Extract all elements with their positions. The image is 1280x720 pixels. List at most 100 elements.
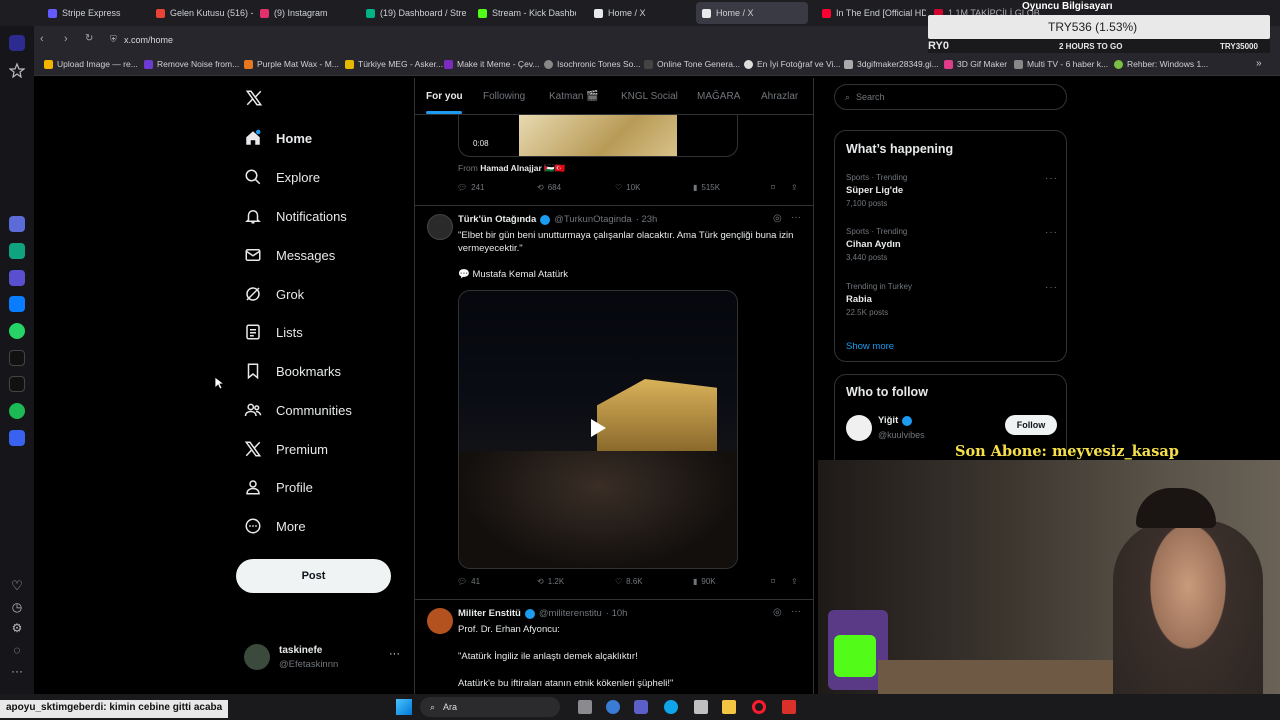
tweet-media[interactable]: 0:08: [458, 115, 738, 157]
tiktok-icon[interactable]: [9, 350, 25, 366]
bookmark-item[interactable]: Isochronic Tones So...: [544, 59, 640, 69]
nav-notifications[interactable]: Notifications: [244, 203, 347, 229]
avatar[interactable]: [427, 608, 453, 634]
lock-icon[interactable]: ⛨: [110, 34, 117, 45]
history-icon[interactable]: ◷: [9, 600, 25, 616]
grok-icon[interactable]: ◎: [773, 213, 782, 224]
tab-ahrazlar[interactable]: Ahrazlar: [761, 91, 798, 102]
app-icon[interactable]: [782, 700, 796, 714]
chevron-right-icon[interactable]: »: [1256, 58, 1262, 69]
star-icon[interactable]: [8, 62, 26, 79]
more-horizontal-icon[interactable]: ···: [389, 648, 400, 660]
views-button[interactable]: ▮ 90K: [693, 577, 716, 586]
tab-following[interactable]: Following: [483, 91, 525, 102]
more-horizontal-icon[interactable]: ···: [1045, 282, 1058, 293]
browser-tab[interactable]: Stream - Kick Dashboar: [472, 2, 576, 24]
trend-item[interactable]: Trending in Turkey Rabia 22.5K posts ···: [846, 282, 1058, 317]
nav-messages[interactable]: Messages: [244, 242, 335, 268]
bookmark-item[interactable]: Remove Noise from...: [144, 59, 239, 69]
edge-icon[interactable]: [664, 700, 678, 714]
author-name[interactable]: Militer Enstitü: [458, 608, 521, 619]
like-button[interactable]: ♡ 10K: [615, 183, 640, 192]
bookmark-item[interactable]: Make it Meme - Çev...: [444, 59, 540, 69]
nav-lists[interactable]: Lists: [244, 319, 303, 345]
share-button[interactable]: ⇪: [791, 577, 798, 586]
nav-explore[interactable]: Explore: [244, 164, 320, 190]
views-button[interactable]: ▮ 515K: [693, 183, 720, 192]
file-explorer-icon[interactable]: [722, 700, 736, 714]
account-switcher[interactable]: taskinefe @Efetaskinnn ···: [244, 642, 404, 674]
heart-icon[interactable]: ♡: [9, 578, 25, 594]
nav-home[interactable]: Home: [244, 125, 312, 151]
tab-katman[interactable]: Katman 🎬: [549, 91, 599, 102]
like-button[interactable]: ♡ 8.6K: [615, 577, 643, 586]
teams-icon[interactable]: [634, 700, 648, 714]
follow-button[interactable]: Follow: [1005, 415, 1057, 435]
opera-taskbar-icon[interactable]: [752, 700, 766, 714]
browser-tab[interactable]: Home / X: [588, 2, 692, 24]
bookmark-item[interactable]: Online Tone Genera...: [644, 59, 740, 69]
trend-item[interactable]: Sports · Trending Süper Lig'de 7,100 pos…: [846, 173, 1058, 208]
reply-button[interactable]: 💬︎ 241: [457, 183, 485, 192]
author-handle[interactable]: @militerenstitu: [539, 608, 602, 619]
discord-icon[interactable]: [9, 270, 25, 286]
reload-icon[interactable]: ↻: [85, 33, 93, 44]
tab-magara[interactable]: MAĞARA: [697, 91, 740, 102]
chatgpt-icon[interactable]: [9, 243, 25, 259]
store-icon[interactable]: [694, 700, 708, 714]
nav-communities[interactable]: Communities: [244, 397, 352, 423]
trend-item[interactable]: Sports · Trending Cihan Aydın 3,440 post…: [846, 227, 1058, 262]
messenger-icon[interactable]: [9, 296, 25, 312]
tweet-time[interactable]: · 23h: [636, 214, 658, 225]
browser-tab[interactable]: In The End [Official HD: [816, 2, 926, 24]
tweet[interactable]: Türk'ün Otağında @TurkunOtaginda · 23h ◎…: [415, 206, 813, 600]
post-button[interactable]: Post: [236, 559, 391, 593]
show-more-link[interactable]: Show more: [846, 341, 894, 352]
search-input[interactable]: ⌕ Search: [834, 84, 1067, 110]
bookmark-item[interactable]: 3D Gif Maker: [944, 59, 1007, 69]
author-handle[interactable]: @TurkunOtaginda: [554, 214, 631, 225]
browser-tab[interactable]: Gelen Kutusu (516) - no: [150, 2, 254, 24]
nav-premium[interactable]: Premium: [244, 436, 328, 462]
bookmark-item[interactable]: En İyi Fotoğraf ve Vi...: [744, 59, 840, 69]
forward-icon[interactable]: ›: [64, 33, 68, 45]
bookmark-item[interactable]: Türkiye MEG - Asker...: [345, 59, 443, 69]
bookmark-item[interactable]: Purple Mat Wax - M...: [244, 59, 339, 69]
url-field[interactable]: x.com/home: [124, 35, 173, 45]
avatar[interactable]: [427, 214, 453, 240]
repost-button[interactable]: ⟲ 684: [537, 183, 561, 192]
nav-grok[interactable]: Grok: [244, 281, 304, 307]
back-icon[interactable]: ‹: [40, 33, 44, 45]
nav-profile[interactable]: Profile: [244, 474, 313, 500]
more-horizontal-icon[interactable]: ···: [791, 606, 801, 617]
settings-icon[interactable]: ⚙: [9, 621, 25, 637]
share-button[interactable]: ⇪: [791, 183, 798, 192]
more-horizontal-icon[interactable]: ···: [1045, 227, 1058, 238]
more-horizontal-icon[interactable]: ···: [1045, 173, 1058, 184]
taskbar-search[interactable]: ⌕ Ara: [420, 697, 560, 717]
x-logo-icon[interactable]: [245, 89, 263, 112]
browser-tab[interactable]: (19) Dashboard / Stream: [360, 2, 466, 24]
play-icon[interactable]: [589, 418, 607, 438]
avatar[interactable]: [846, 415, 872, 441]
windows-start-icon[interactable]: [396, 699, 412, 715]
browser-tab-active[interactable]: Home / X: [696, 2, 808, 24]
more-icon[interactable]: ···: [9, 664, 25, 680]
bookmark-item[interactable]: Multi TV - 6 haber k...: [1014, 59, 1108, 69]
more-horizontal-icon[interactable]: ···: [791, 212, 801, 223]
bookmark-item[interactable]: Rehber: Windows 1...: [1114, 59, 1208, 69]
bookmark-item[interactable]: 3dgifmaker28349.gi...: [844, 59, 939, 69]
browser-tab[interactable]: Stripe Express: [42, 2, 150, 24]
tweet-video[interactable]: [458, 290, 738, 569]
home-icon[interactable]: [9, 35, 25, 51]
reply-button[interactable]: 💬︎ 41: [457, 577, 480, 586]
bookmark-button[interactable]: ⌑: [771, 183, 775, 192]
tab-for-you[interactable]: For you: [426, 91, 463, 102]
nav-bookmarks[interactable]: Bookmarks: [244, 358, 341, 384]
tweet-time[interactable]: · 10h: [606, 608, 628, 619]
bookmark-item[interactable]: Upload Image — re...: [44, 59, 138, 69]
copilot-icon[interactable]: [606, 700, 620, 714]
lightbulb-icon[interactable]: ◌: [9, 643, 25, 659]
task-view-icon[interactable]: [578, 700, 592, 714]
repost-button[interactable]: ⟲ 1.2K: [537, 577, 564, 586]
